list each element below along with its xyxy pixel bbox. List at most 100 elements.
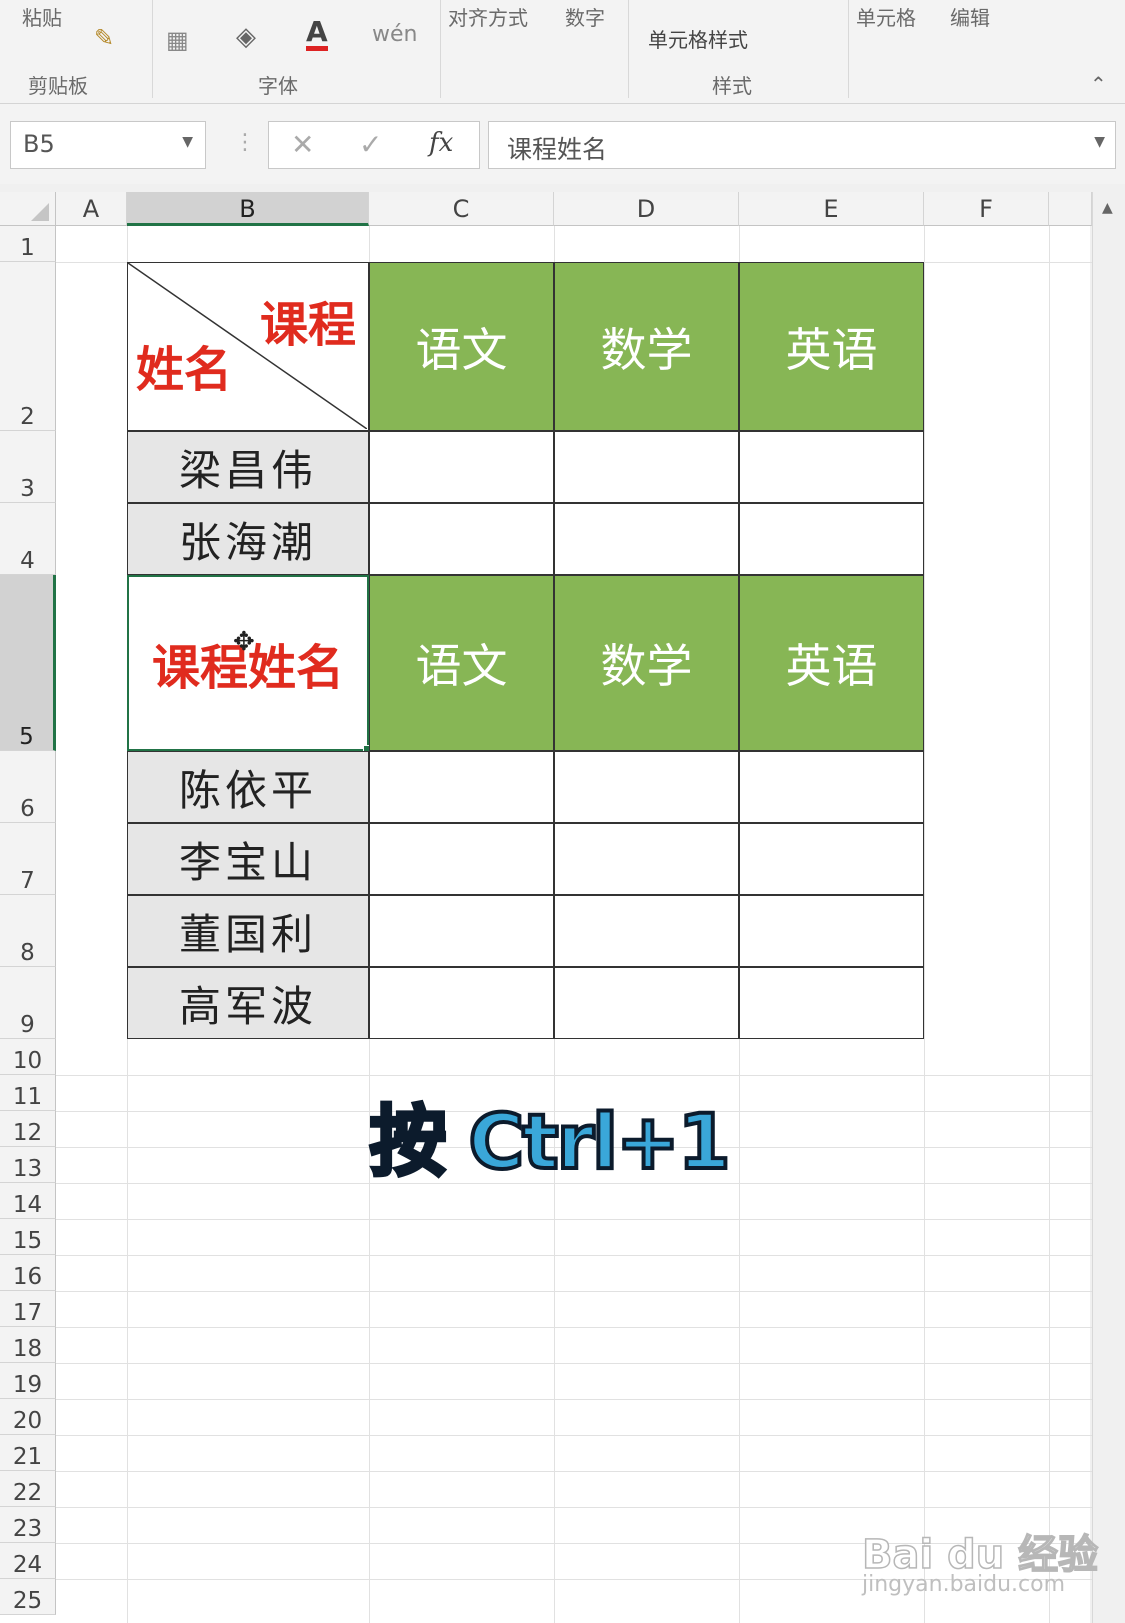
- expand-formula-icon[interactable]: ▼: [1094, 134, 1105, 150]
- row-header[interactable]: 22: [0, 1471, 56, 1507]
- name-box-value: B5: [23, 130, 55, 158]
- name-cell[interactable]: 高军波: [127, 967, 369, 1039]
- row-header[interactable]: 17: [0, 1291, 56, 1327]
- select-all-corner[interactable]: [0, 192, 56, 226]
- score-cell[interactable]: [369, 823, 554, 895]
- score-cell[interactable]: [554, 503, 739, 575]
- score-cell[interactable]: [554, 751, 739, 823]
- formula-buttons: ✕ ✓ fx: [268, 121, 480, 169]
- row-header[interactable]: 5: [0, 575, 56, 751]
- column-header-b[interactable]: B: [127, 192, 369, 226]
- chevron-down-icon[interactable]: ▼: [182, 134, 193, 150]
- confirm-icon[interactable]: ✓: [359, 128, 382, 161]
- gridline: [1049, 226, 1050, 1623]
- cells-button[interactable]: 单元格: [856, 2, 916, 31]
- score-cell[interactable]: [554, 431, 739, 503]
- gridline: [56, 1291, 1092, 1292]
- column-header-e[interactable]: E: [739, 192, 924, 226]
- row-header[interactable]: 8: [0, 895, 56, 967]
- row-header[interactable]: 4: [0, 503, 56, 575]
- vertical-scrollbar[interactable]: ▲: [1092, 192, 1125, 1623]
- collapse-ribbon-icon[interactable]: ⌃: [1090, 72, 1107, 96]
- name-box[interactable]: B5 ▼: [10, 121, 206, 169]
- row-header[interactable]: 14: [0, 1183, 56, 1219]
- name-cell[interactable]: 梁昌伟: [127, 431, 369, 503]
- scroll-up-icon[interactable]: ▲: [1102, 200, 1113, 216]
- row-header[interactable]: 12: [0, 1111, 56, 1147]
- row-header[interactable]: 1: [0, 226, 56, 262]
- score-cell[interactable]: [554, 895, 739, 967]
- column-header-g[interactable]: [1049, 192, 1092, 226]
- score-cell[interactable]: [739, 503, 924, 575]
- score-cell[interactable]: [739, 967, 924, 1039]
- score-cell[interactable]: [554, 967, 739, 1039]
- select-all-icon: [31, 203, 49, 221]
- score-cell[interactable]: [369, 751, 554, 823]
- watermark-url: jingyan.baidu.com: [862, 1572, 1066, 1597]
- name-cell[interactable]: 李宝山: [127, 823, 369, 895]
- row-header[interactable]: 21: [0, 1435, 56, 1471]
- row-header[interactable]: 20: [0, 1399, 56, 1435]
- score-cell[interactable]: [739, 895, 924, 967]
- header-course-label: 课程: [259, 297, 356, 353]
- subject-header-cell[interactable]: 英语: [739, 262, 924, 431]
- formula-input[interactable]: 课程姓名 ▼: [488, 121, 1116, 169]
- format-painter-icon[interactable]: ✎: [94, 24, 114, 52]
- borders-icon[interactable]: ▦: [166, 26, 189, 54]
- score-cell[interactable]: [369, 967, 554, 1039]
- row-header[interactable]: 15: [0, 1219, 56, 1255]
- row-header[interactable]: 6: [0, 751, 56, 823]
- row-header[interactable]: 9: [0, 967, 56, 1039]
- score-cell[interactable]: [554, 823, 739, 895]
- column-header-f[interactable]: F: [924, 192, 1049, 226]
- column-header-c[interactable]: C: [369, 192, 554, 226]
- name-cell[interactable]: 张海潮: [127, 503, 369, 575]
- name-cell[interactable]: 陈依平: [127, 751, 369, 823]
- score-cell[interactable]: [369, 895, 554, 967]
- drag-handle-icon[interactable]: ⋮: [234, 130, 256, 155]
- row-header[interactable]: 18: [0, 1327, 56, 1363]
- ribbon-separator: [628, 0, 629, 98]
- row-header[interactable]: 2: [0, 262, 56, 431]
- subject-header-cell[interactable]: 英语: [739, 575, 924, 751]
- subject-header-cell[interactable]: 数学: [554, 262, 739, 431]
- cell-style-button[interactable]: 单元格样式: [648, 24, 748, 53]
- row-header[interactable]: 24: [0, 1543, 56, 1579]
- subject-header-cell[interactable]: 语文: [369, 262, 554, 431]
- row-header[interactable]: 19: [0, 1363, 56, 1399]
- edit-button[interactable]: 编辑: [950, 2, 990, 31]
- column-header-d[interactable]: D: [554, 192, 739, 226]
- font-color-icon[interactable]: A: [306, 18, 328, 51]
- subject-header-cell[interactable]: 语文: [369, 575, 554, 751]
- score-cell[interactable]: [739, 823, 924, 895]
- insert-function-icon[interactable]: fx: [429, 128, 453, 158]
- row-header[interactable]: 11: [0, 1075, 56, 1111]
- gridline: [56, 1075, 1092, 1076]
- row-header[interactable]: 7: [0, 823, 56, 895]
- paste-button[interactable]: 粘贴: [22, 2, 62, 31]
- cancel-icon[interactable]: ✕: [291, 128, 314, 161]
- phonetic-icon[interactable]: wén: [372, 22, 417, 47]
- diagonal-header-cell[interactable]: 课程 姓名: [127, 262, 369, 431]
- number-button[interactable]: 数字: [565, 2, 605, 31]
- score-cell[interactable]: [739, 751, 924, 823]
- fill-color-icon[interactable]: ◈: [236, 22, 256, 52]
- score-cell[interactable]: [369, 503, 554, 575]
- row-header[interactable]: 13: [0, 1147, 56, 1183]
- row-header[interactable]: 16: [0, 1255, 56, 1291]
- gridline: [56, 1399, 1092, 1400]
- row-header[interactable]: 23: [0, 1507, 56, 1543]
- score-cell[interactable]: [739, 431, 924, 503]
- selected-header-cell[interactable]: 课程姓名 ✥: [127, 575, 373, 755]
- subject-header-cell[interactable]: 数学: [554, 575, 739, 751]
- name-cell[interactable]: 董国利: [127, 895, 369, 967]
- alignment-button[interactable]: 对齐方式: [448, 2, 528, 31]
- score-cell[interactable]: [369, 431, 554, 503]
- gridline: [924, 226, 925, 1623]
- row-header[interactable]: 25: [0, 1579, 56, 1615]
- clipboard-group-label: 剪贴板: [28, 74, 88, 98]
- column-header-a[interactable]: A: [56, 192, 127, 226]
- ribbon-separator: [440, 0, 441, 98]
- row-header[interactable]: 10: [0, 1039, 56, 1075]
- row-header[interactable]: 3: [0, 431, 56, 503]
